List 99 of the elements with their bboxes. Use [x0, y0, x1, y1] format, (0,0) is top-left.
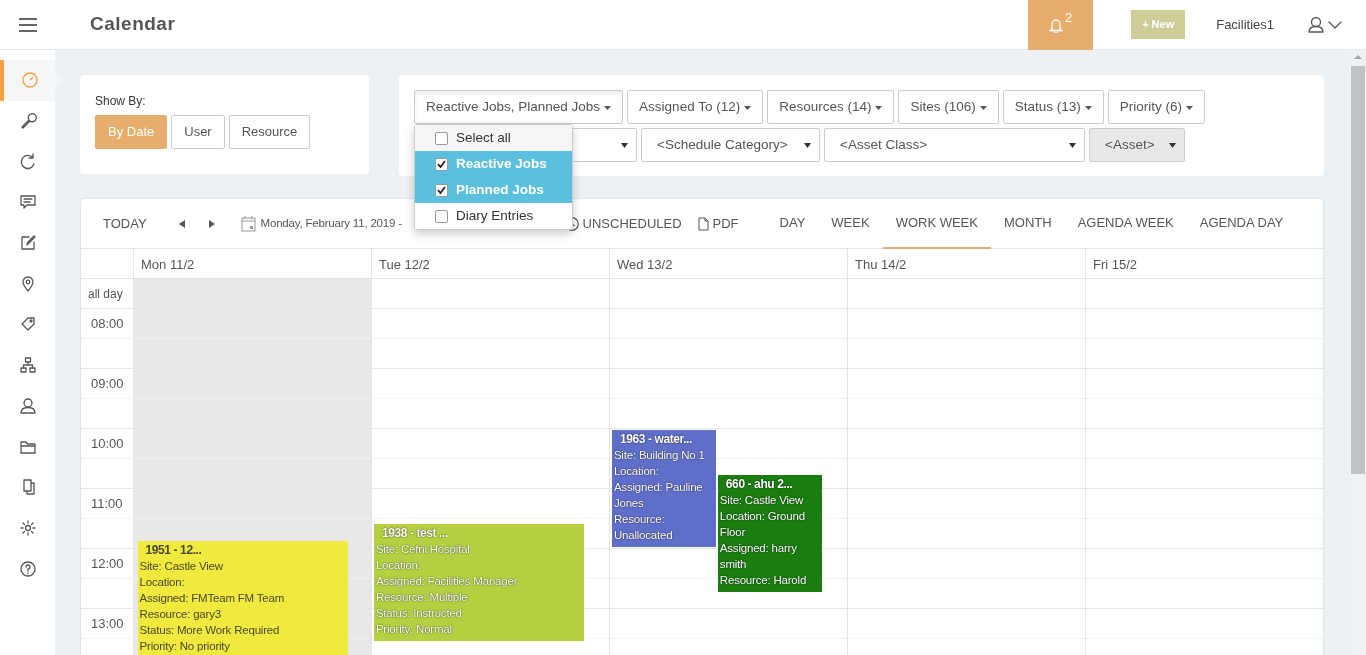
filter-dropdown[interactable]: Reactive Jobs, Planned Jobs [414, 90, 624, 124]
calendar-event[interactable]: 660 - ahu 2... Site: Castle View Location: Ground Floor Assigned: harry smith Resource: Harold [717, 475, 823, 592]
caret-icon [1084, 106, 1092, 110]
user-name: Facilities1 [1216, 15, 1274, 34]
settings-icon [18, 518, 37, 537]
event-detail: Status: Instructed [375, 606, 463, 621]
page-title: Calendar [90, 12, 176, 37]
event-title: 660 - ahu 2... [724, 476, 794, 492]
checkbox[interactable] [435, 157, 448, 171]
event-detail: Site: Castle View [719, 493, 805, 508]
checkbox[interactable] [435, 131, 448, 145]
event-detail: Resource: Unallocated [613, 512, 674, 543]
bell-icon [1049, 16, 1064, 33]
hierarchy-icon [18, 356, 37, 375]
menu-item[interactable]: Select all [415, 125, 572, 151]
edit-icon [18, 234, 37, 253]
today-button[interactable]: TODAY [103, 213, 147, 234]
event-title: 1938 - test ... [380, 525, 449, 541]
event-detail: Location: [375, 558, 422, 573]
time-label: 12:00 [91, 556, 124, 571]
caret-icon [744, 106, 752, 110]
refresh-icon [18, 152, 37, 171]
show-by-label: Show By: [95, 93, 147, 110]
caret-icon [1069, 142, 1076, 148]
filter-dropdown[interactable]: Sites (106) [898, 90, 999, 124]
event-detail: Site: Building No 1 [613, 448, 706, 463]
event-detail: Priority: No priority [139, 639, 231, 654]
user-menu-button[interactable] [1308, 16, 1342, 33]
event-detail: Site: Cefni Hospital [375, 542, 471, 557]
caret-icon [621, 142, 628, 148]
all-day-label: all day [88, 287, 123, 301]
caret-icon [1169, 142, 1176, 148]
day-header: Thu 14/2 [847, 249, 1085, 279]
caret-icon [875, 106, 883, 110]
day-header: Wed 13/2 [609, 249, 847, 279]
all-day-cell[interactable] [371, 279, 609, 309]
filter-dropdown[interactable]: Priority (6) [1107, 90, 1206, 124]
event-detail: Assigned: Facilities Manager [375, 574, 519, 589]
view-tab[interactable]: AGENDA DAY [1186, 199, 1297, 249]
user-icon [1308, 16, 1324, 33]
caret-icon [804, 142, 811, 148]
pdf-button[interactable]: PDF [697, 213, 739, 234]
select-field[interactable]: <Schedule Category> [641, 128, 820, 162]
all-day-cell[interactable] [609, 279, 847, 309]
event-detail: Assigned: Pauline Jones [613, 480, 704, 511]
chevron-down-icon [1328, 20, 1342, 29]
day-header: Fri 15/2 [1085, 249, 1323, 279]
event-detail: Location: [139, 575, 186, 590]
event-detail: Location: [613, 464, 660, 479]
caret-icon [979, 106, 987, 110]
checkbox[interactable] [435, 183, 448, 197]
time-label: 11:00 [91, 496, 123, 511]
filter-dropdown[interactable]: Resources (14) [767, 90, 895, 124]
view-tab[interactable]: DAY [766, 199, 819, 249]
show-by-option[interactable]: User [171, 115, 225, 149]
person-icon [18, 396, 37, 415]
previous-icon[interactable] [178, 219, 185, 228]
view-tab[interactable]: AGENDA WEEK [1064, 199, 1187, 249]
view-tab[interactable]: WEEK [818, 199, 883, 249]
help-icon [18, 559, 37, 578]
calendar-event[interactable]: 1951 - 12... Site: Castle View Location: Assigned: FMTeam FM Team Resource: gary3 Status: More Work Required Priority: No priority [137, 541, 349, 655]
filter-dropdown[interactable]: Status (13) [1002, 90, 1104, 124]
event-detail: Status: More Work Required [139, 623, 281, 638]
event-detail: Assigned: harry smith [719, 541, 798, 572]
check-icon [437, 160, 446, 168]
event-detail: Priority: Normal [375, 622, 453, 637]
event-detail: Location: Ground Floor [719, 509, 806, 540]
calendar-icon[interactable] [240, 215, 256, 232]
select-field[interactable]: <Asset Class> [824, 128, 1085, 162]
all-day-cell[interactable] [847, 279, 1085, 309]
day-header: Tue 12/2 [371, 249, 609, 279]
menu-item[interactable]: Diary Entries [415, 203, 572, 229]
menu-icon[interactable] [17, 16, 38, 33]
caret-icon [604, 106, 612, 110]
check-icon [437, 186, 446, 194]
next-icon[interactable] [208, 219, 215, 228]
event-detail: Assigned: FMTeam FM Team [139, 591, 286, 606]
date-range: Monday, February 11, 2019 - [260, 215, 402, 231]
time-label: 10:00 [91, 436, 124, 451]
all-day-cell[interactable] [1085, 279, 1323, 309]
calendar-event[interactable]: 1963 - water... Site: Building No 1 Location: Assigned: Pauline Jones Resource: Unallocated [611, 430, 717, 547]
time-label: 13:00 [91, 616, 124, 631]
event-title: 1963 - water... [618, 431, 693, 447]
time-label: 08:00 [91, 316, 124, 331]
checkbox[interactable] [435, 209, 448, 223]
caret-icon [1186, 106, 1194, 110]
time-label: 09:00 [91, 376, 124, 391]
filter-dropdown[interactable]: Assigned To (12) [627, 90, 764, 124]
document-icon [697, 216, 709, 231]
event-detail: Site: Castle View [139, 559, 224, 574]
gauge-icon [20, 71, 39, 90]
view-tab[interactable]: WORK WEEK [882, 199, 991, 249]
show-by-option[interactable]: Resource [228, 115, 311, 149]
event-detail: Resource: gary3 [139, 607, 222, 622]
view-tab[interactable]: MONTH [990, 199, 1065, 249]
event-detail: Resource: Harold [719, 573, 808, 588]
event-title: 1951 - 12... [144, 542, 203, 558]
scrollbar-thumb[interactable] [1351, 66, 1365, 474]
event-detail: Resource: Multiple [375, 590, 469, 605]
